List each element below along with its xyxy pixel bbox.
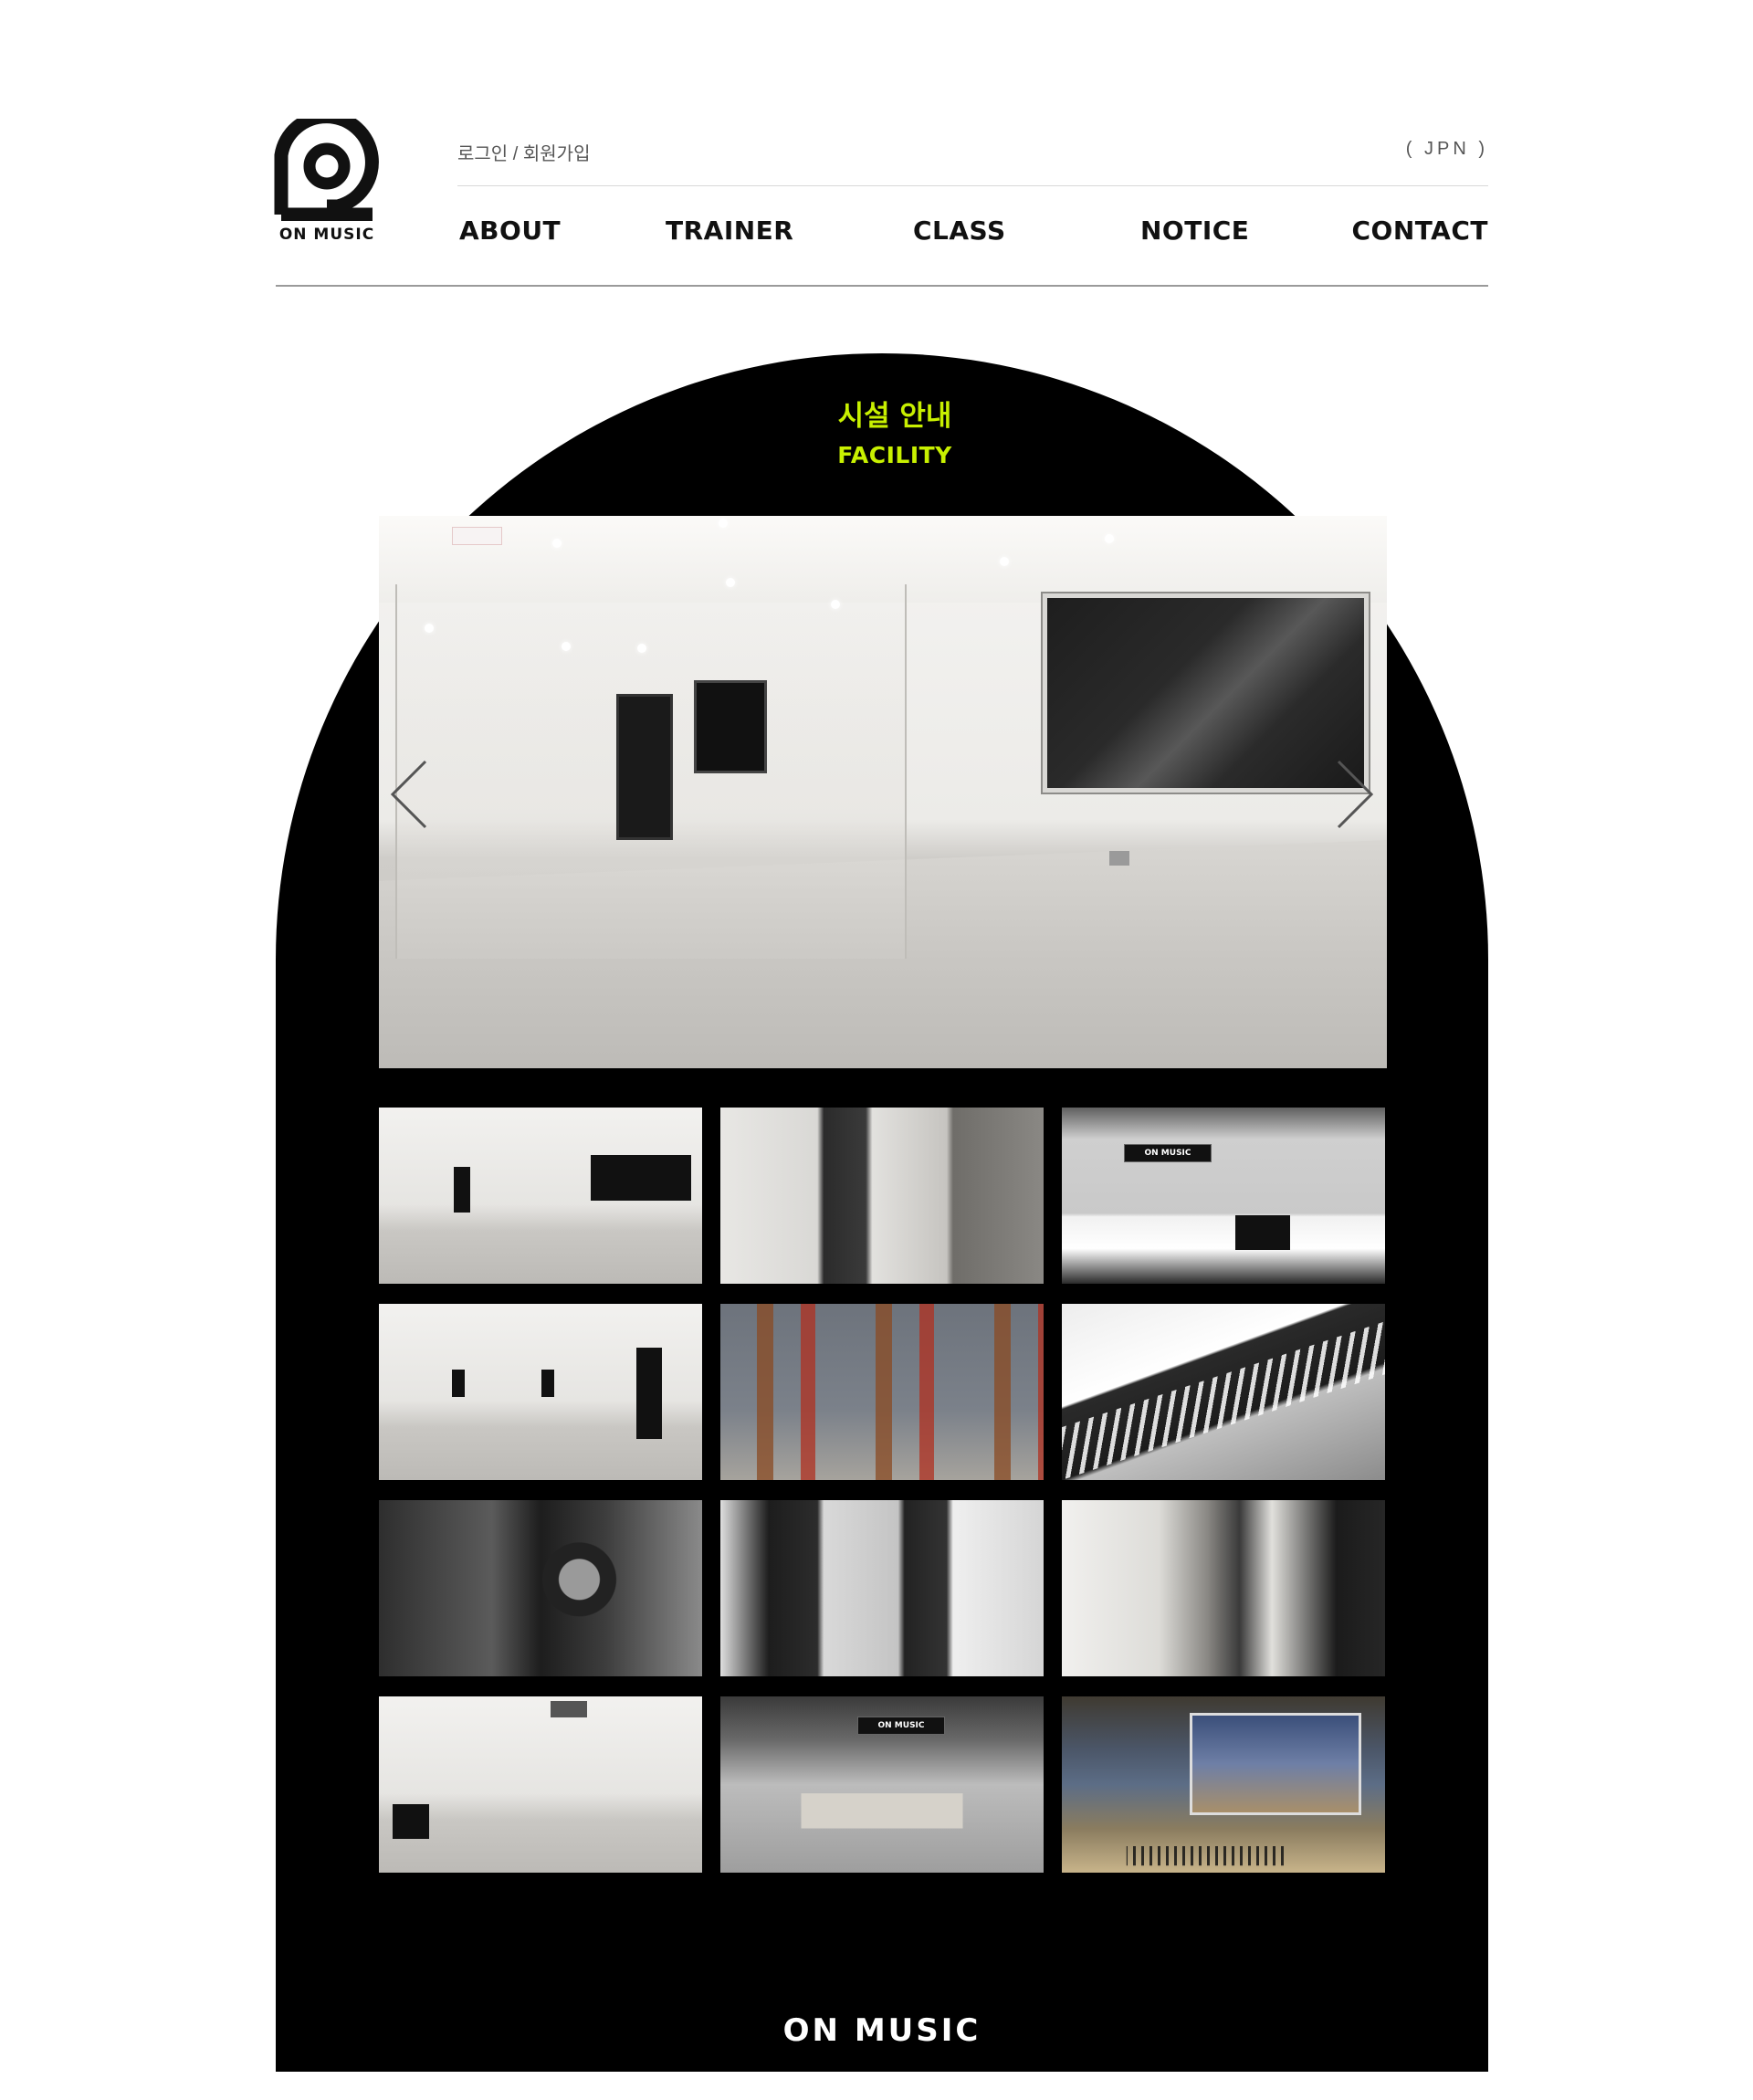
- nav-item-class[interactable]: CLASS: [913, 215, 1006, 246]
- thumb-piano-keys: [1062, 1321, 1385, 1480]
- logo-text: ON MUSIC: [278, 226, 375, 244]
- thumb-brand-sign: ON MUSIC: [857, 1717, 945, 1735]
- photo-ceiling-light: [425, 624, 434, 633]
- thumb-microphone: [379, 1500, 702, 1676]
- photo-ceiling-light: [831, 600, 840, 609]
- chevron-left-icon: [390, 760, 427, 829]
- photo-small-window: [694, 680, 767, 773]
- thumb-equipment-case: [393, 1804, 429, 1839]
- facility-main-photo[interactable]: [379, 516, 1387, 1068]
- photo-wall-switch: [1109, 851, 1129, 866]
- facility-thumbnail[interactable]: [379, 1108, 702, 1284]
- header-utility-bar: 로그인 / 회원가입 ( JPN ): [457, 139, 1488, 166]
- photo-ceiling-light: [726, 578, 735, 587]
- language-switch-link[interactable]: ( JPN ): [1406, 139, 1488, 160]
- nav-divider: [276, 285, 1488, 287]
- facility-thumbnail[interactable]: [720, 1304, 1044, 1480]
- photo-ceiling-light: [552, 539, 562, 548]
- on-music-logo-icon: [274, 119, 379, 221]
- thumb-window: [591, 1155, 691, 1201]
- nav-item-about[interactable]: ABOUT: [459, 215, 561, 246]
- photo-observation-window: [1043, 593, 1369, 793]
- thumb-monitor: [1235, 1215, 1290, 1250]
- slider-next-button[interactable]: [1331, 758, 1379, 831]
- facility-thumbnail[interactable]: ON MUSIC: [720, 1696, 1044, 1873]
- slider-prev-button[interactable]: [385, 758, 433, 831]
- photo-ceiling-light: [719, 519, 728, 528]
- facility-title-en: FACILITY: [837, 442, 952, 468]
- facility-title-ko: 시설 안내: [837, 400, 952, 433]
- photo-door: [616, 694, 673, 840]
- thumb-air-conditioner: [551, 1701, 587, 1717]
- footer-brand-logo: ON MUSIC: [782, 2012, 981, 2049]
- facility-thumbnail[interactable]: [720, 1108, 1044, 1284]
- thumb-door: [636, 1348, 662, 1439]
- thumb-guitars: [720, 1304, 1044, 1480]
- photo-wall-sign: [452, 527, 502, 545]
- logo[interactable]: ON MUSIC: [274, 119, 380, 247]
- header-divider: [457, 185, 1488, 186]
- facility-thumbnail[interactable]: [1062, 1304, 1385, 1480]
- facility-thumbnail[interactable]: [720, 1500, 1044, 1676]
- facility-thumbnail[interactable]: [379, 1500, 702, 1676]
- main-nav: ABOUT TRAINER CLASS NOTICE CONTACT: [457, 215, 1488, 252]
- nav-item-notice[interactable]: NOTICE: [1140, 215, 1249, 246]
- photo-ceiling-light: [1105, 534, 1114, 543]
- login-signup-link[interactable]: 로그인 / 회원가입: [457, 139, 590, 165]
- facility-thumbnail[interactable]: [379, 1696, 702, 1873]
- facility-thumbnail[interactable]: [1062, 1696, 1385, 1873]
- facility-thumbnail[interactable]: [1062, 1500, 1385, 1676]
- nav-item-contact[interactable]: CONTACT: [1351, 215, 1488, 246]
- thumb-monitor: [1190, 1713, 1361, 1815]
- photo-ceiling-light: [1000, 557, 1009, 566]
- thumb-speaker: [541, 1370, 554, 1397]
- thumb-door: [454, 1167, 470, 1213]
- nav-item-trainer[interactable]: TRAINER: [666, 215, 793, 246]
- photo-ceiling-light: [637, 644, 646, 653]
- facility-thumbnail[interactable]: [379, 1304, 702, 1480]
- facility-thumbnail[interactable]: ON MUSIC: [1062, 1108, 1385, 1284]
- thumb-speaker: [452, 1370, 465, 1397]
- photo-ceiling-light: [562, 642, 571, 651]
- thumb-brand-sign: ON MUSIC: [1124, 1144, 1212, 1162]
- chevron-right-icon: [1337, 760, 1374, 829]
